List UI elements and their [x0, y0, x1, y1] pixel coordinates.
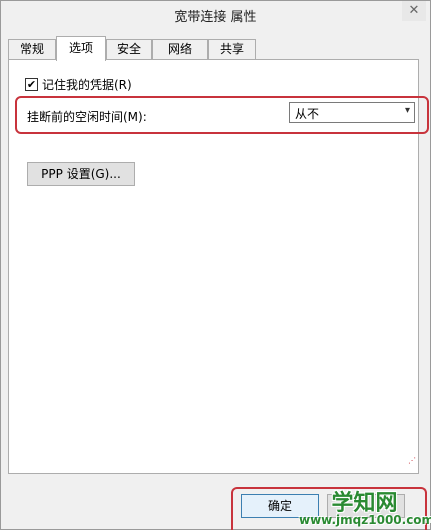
remember-credentials-row[interactable]: ✔ 记住我的凭据(R)	[25, 76, 132, 92]
idle-time-select[interactable]: 从不 ▾	[289, 102, 415, 123]
window-title: 宽带连接 属性	[174, 10, 257, 25]
watermark-logo: 学知网 www.jmqz1000.com	[299, 485, 431, 530]
tab-options[interactable]: 选项	[56, 36, 106, 61]
close-button[interactable]: ✕	[402, 1, 426, 21]
checkmark-icon: ✔	[26, 77, 37, 91]
properties-dialog: 宽带连接 属性 ✕ 常规 选项 安全 网络 共享 ✔ 记住我的凭据(R) 挂断前…	[0, 0, 431, 530]
title-bar: 宽带连接 属性 ✕	[1, 1, 430, 29]
remember-credentials-label: 记住我的凭据(R)	[42, 77, 132, 92]
tab-sharing[interactable]: 共享	[208, 39, 256, 60]
options-panel: ✔ 记住我的凭据(R) 挂断前的空闲时间(M): 从不 ▾ PPP 设置(G).…	[8, 59, 429, 474]
idle-time-label: 挂断前的空闲时间(M):	[27, 110, 147, 124]
watermark-url: www.jmqz1000.com	[299, 513, 431, 527]
idle-time-value: 从不	[295, 107, 320, 121]
tab-security[interactable]: 安全	[106, 39, 152, 60]
tab-general[interactable]: 常规	[8, 39, 56, 60]
chevron-down-icon: ▾	[404, 105, 410, 116]
close-icon: ✕	[408, 3, 420, 18]
ppp-settings-button[interactable]: PPP 设置(G)...	[27, 162, 135, 186]
resize-grip[interactable]: ⋰	[408, 456, 416, 465]
remember-credentials-checkbox[interactable]: ✔	[25, 77, 38, 91]
tab-network[interactable]: 网络	[152, 39, 208, 60]
